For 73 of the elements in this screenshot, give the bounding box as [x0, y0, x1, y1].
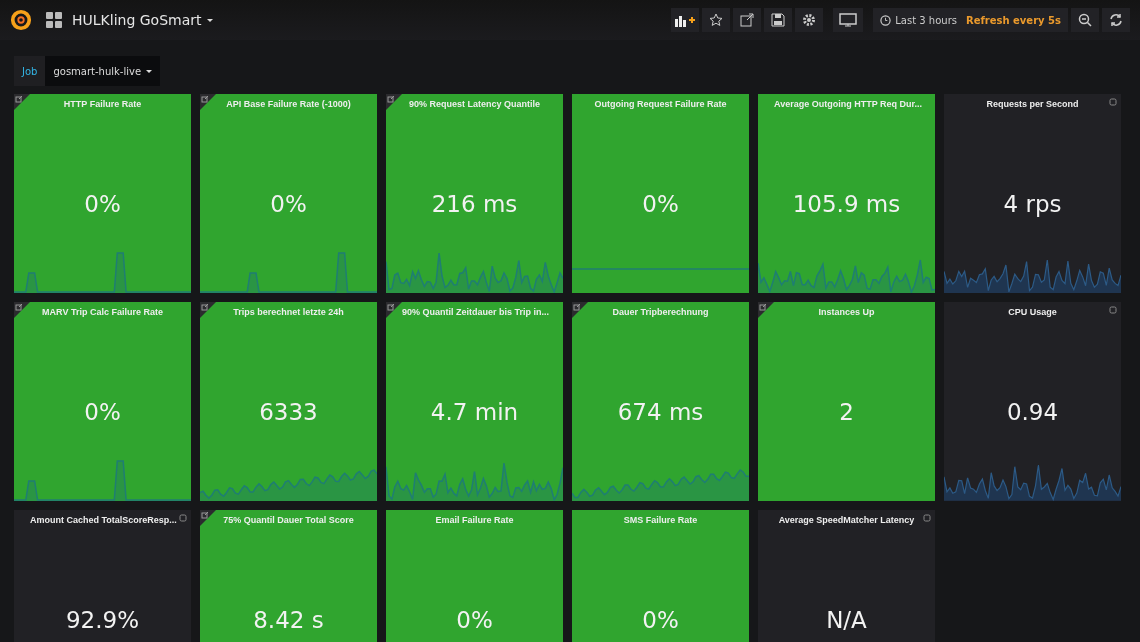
- panel-title: Requests per Second: [985, 99, 1080, 109]
- star-button[interactable]: [702, 8, 731, 32]
- add-panel-button[interactable]: [671, 8, 700, 32]
- stat-value: 216 ms: [431, 191, 518, 217]
- time-range: Last 3 hours: [895, 14, 957, 26]
- panel-link-icon[interactable]: [200, 94, 216, 110]
- refresh-interval: Refresh every 5s: [965, 14, 1061, 26]
- settings-icon: [802, 13, 817, 27]
- tv-mode-button[interactable]: [833, 8, 864, 32]
- stat-value: 0%: [642, 191, 679, 217]
- info-icon[interactable]: [1109, 306, 1117, 314]
- dashboards-icon[interactable]: [46, 12, 62, 28]
- share-button[interactable]: [733, 8, 762, 32]
- stat-value: 6333: [259, 399, 318, 425]
- panel-title: Average SpeedMatcher Latency: [777, 515, 916, 525]
- info-icon[interactable]: [1109, 98, 1117, 106]
- save-button[interactable]: [764, 8, 793, 32]
- stat-value: 8.42 s: [253, 607, 324, 633]
- panel-title: Average Outgoing HTTP Req Dur...: [773, 99, 921, 109]
- panel-link-icon[interactable]: [200, 302, 216, 318]
- refresh-button[interactable]: [1102, 8, 1130, 32]
- panel-title: Amount Cached TotalScoreResp...: [29, 515, 177, 525]
- panel-title: CPU Usage: [1007, 307, 1058, 317]
- panel-link-icon[interactable]: [14, 94, 30, 110]
- stat-value: 0%: [270, 191, 307, 217]
- stat-value: 0%: [84, 191, 121, 217]
- stat-value: 92.9%: [65, 607, 140, 633]
- panel-link-icon[interactable]: [572, 302, 588, 318]
- star-icon: [709, 13, 724, 27]
- stat-value: 0%: [456, 607, 493, 633]
- zoom-out-button[interactable]: [1071, 8, 1099, 32]
- panel-title: 90% Quantil Zeitdauer bis Trip in...: [401, 307, 549, 317]
- stat-value: N/A: [826, 607, 867, 633]
- panel-link-icon[interactable]: [386, 94, 402, 110]
- panel-title: 75% Quantil Dauer Total Score: [222, 515, 355, 525]
- stat-value: 0%: [642, 607, 679, 633]
- share-icon: [740, 13, 755, 27]
- dashboard-title[interactable]: HULKling GoSmart: [72, 12, 213, 28]
- settings-button[interactable]: [795, 8, 824, 32]
- stat-value: 0.94: [1006, 399, 1059, 425]
- panel-title: Instances Up: [817, 307, 876, 317]
- caret-icon: [206, 18, 213, 22]
- panel-title: HTTP Failure Rate: [62, 99, 143, 109]
- stat-value: 4.7 min: [430, 399, 519, 425]
- panel-title: API Base Failure Rate (-1000): [225, 99, 352, 109]
- info-icon[interactable]: [923, 514, 931, 522]
- stat-value: 674 ms: [617, 399, 704, 425]
- panel-link-icon[interactable]: [14, 302, 30, 318]
- panel-link-icon[interactable]: [200, 510, 216, 526]
- stat-value: 0%: [84, 399, 121, 425]
- time-range-picker[interactable]: Last 3 hours Refresh every 5s: [873, 8, 1068, 32]
- panel-title: SMS Failure Rate: [622, 515, 699, 525]
- clock-icon: [880, 14, 892, 26]
- panel-title: Dauer Tripberechnung: [611, 307, 710, 317]
- panel-link-icon[interactable]: [758, 302, 774, 318]
- panel-title: 90% Request Latency Quantile: [407, 99, 541, 109]
- stat-value: 105.9 ms: [792, 191, 901, 217]
- stat-value: 2: [839, 399, 854, 425]
- logo-icon[interactable]: [10, 9, 32, 31]
- variable-label: Job: [14, 56, 46, 86]
- panel-title: MARV Trip Calc Failure Rate: [41, 307, 164, 317]
- info-icon[interactable]: [179, 514, 187, 522]
- panel-title: Outgoing Request Failure Rate: [593, 99, 728, 109]
- panel-title: Email Failure Rate: [434, 515, 515, 525]
- variable-dropdown[interactable]: gosmart-hulk-live: [45, 56, 161, 86]
- panel-link-icon[interactable]: [386, 302, 402, 318]
- refresh-icon: [1109, 13, 1123, 27]
- panel-title: Trips berechnet letzte 24h: [232, 307, 345, 317]
- caret-icon: [146, 69, 153, 73]
- magnifier-icon: [1078, 13, 1092, 27]
- stat-value: 4 rps: [1003, 191, 1062, 217]
- monitor-icon: [839, 13, 858, 27]
- bar-chart-plus-icon: [675, 13, 696, 27]
